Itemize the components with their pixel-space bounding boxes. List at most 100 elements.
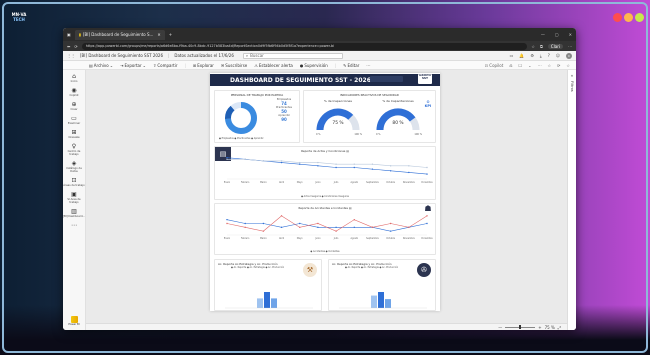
split-view-icon[interactable]: ⧉: [540, 44, 543, 49]
minimize-dot-icon[interactable]: [624, 13, 633, 22]
bookmark-icon[interactable]: ☆: [547, 63, 551, 68]
data-point: [317, 161, 319, 164]
kpi-label: KPI: [424, 104, 432, 108]
fit-to-page-icon[interactable]: ⤢: [558, 325, 561, 330]
data-point: [353, 226, 355, 229]
new-tab-button[interactable]: +: [169, 32, 172, 37]
nav-item-6[interactable]: ◈ Catálogo de Datos: [63, 160, 85, 173]
data-updated-label[interactable]: Datos actualizados el 17/6/26: [174, 53, 234, 58]
nav-label: Áreas de trabajo: [63, 184, 85, 187]
browser-menu-icon[interactable]: ▣: [67, 32, 71, 37]
gauge-inspecciones[interactable]: % de Inspecciones 75 % 0 % 100 %: [310, 99, 366, 139]
url-input[interactable]: https://app.powerbi.com/groups/me/report…: [81, 42, 528, 50]
close-button[interactable]: ✕: [569, 32, 572, 37]
data-point: [280, 226, 283, 229]
data-point: [426, 215, 428, 217]
nav-item-7[interactable]: ⊡ Áreas de trabajo: [63, 177, 84, 187]
header-separator: |: [168, 53, 170, 58]
search-input[interactable]: ⌕ Buscar: [242, 52, 343, 59]
nav-item-8[interactable]: ▣ SI Area de trabajo: [63, 191, 85, 204]
zoom-in-button[interactable]: +: [538, 325, 541, 330]
set-alert-button[interactable]: ⚠ Establecer alerta: [254, 63, 293, 68]
feedback-icon[interactable]: ☺: [556, 53, 560, 59]
brand-line-2: TECH: [13, 17, 25, 22]
report-name[interactable]: [BI] Dashboard de Seguimiento SST 2026: [80, 53, 163, 58]
edit-button[interactable]: ✎ Editar: [343, 63, 359, 68]
company-logo: GRUPO SST: [418, 73, 432, 84]
explore-button[interactable]: ⊞ Explorar: [193, 63, 214, 68]
download-icon[interactable]: ⤓: [540, 53, 542, 59]
apps-grid-icon[interactable]: ⋮⋮: [67, 53, 75, 58]
powerbi-brand[interactable]: Power BI: [68, 316, 80, 326]
zoom-slider[interactable]: [505, 325, 536, 329]
title-info-box: [370, 76, 403, 82]
bar: [271, 298, 277, 308]
nav-item-9[interactable]: ▥ [BI] Dashboard...: [63, 208, 85, 218]
more-icon[interactable]: ⋯: [568, 44, 572, 49]
indicators-title: INDICADORES REACTIVOS DE SEGURIDAD: [340, 93, 399, 97]
window-dots: [613, 13, 644, 22]
undo-icon[interactable]: ⎌: [509, 63, 512, 68]
gauge-capacitaciones[interactable]: % de Capacitaciones 80 % 0 % 100 %: [370, 99, 426, 139]
help-icon[interactable]: ?: [548, 53, 550, 59]
settings-icon[interactable]: ⚙: [530, 53, 534, 59]
search-placeholder: Buscar: [250, 53, 264, 58]
copilot-button[interactable]: ⊡ Copilot: [485, 63, 504, 68]
more-options-icon[interactable]: ⋯: [366, 63, 370, 68]
chart2-svg: Enero Febrero Marzo Abril Mayo Junio Julio Agos…: [224, 215, 433, 240]
gauge-arc: [376, 108, 420, 131]
close-dot-icon[interactable]: [613, 13, 622, 22]
more-icon[interactable]: ⋯: [537, 63, 541, 68]
nav-item-5[interactable]: ♀ Centro de trabajo: [63, 143, 85, 156]
bar: [257, 298, 263, 308]
x-tick-label: Junio: [314, 181, 321, 184]
nav-icon: ◈: [71, 160, 77, 167]
data-point: [353, 218, 355, 221]
zoom-dot-icon[interactable]: [635, 13, 644, 22]
tab-active[interactable]: ▮ [BI] Dashboard de Seguimiento S... ✕: [74, 29, 165, 40]
explore-label: Explorar: [197, 62, 214, 68]
nav-item-10[interactable]: ⋯: [71, 222, 77, 229]
trial-icon[interactable]: ▭: [510, 53, 514, 59]
nav-item-4[interactable]: ⊞ OneLake: [68, 129, 79, 139]
data-point: [244, 158, 246, 160]
personal-donut-chart[interactable]: [221, 98, 261, 138]
minimize-button[interactable]: —: [541, 32, 545, 37]
maximize-button[interactable]: ▢: [555, 32, 559, 37]
filters-pane[interactable]: « Filtros: [567, 70, 576, 330]
series-line-0: [226, 219, 428, 232]
collapse-icon[interactable]: «: [571, 73, 573, 78]
zoom-out-button[interactable]: —: [498, 325, 502, 330]
chart2-legend: ● Accidentes ● Incidentes: [310, 250, 340, 253]
actos-chart-card[interactable]: ▤ Reporte de Actos y Condiciones ▤ Enero…: [214, 146, 436, 200]
monitoring-button[interactable]: ● Supervisión: [300, 63, 328, 68]
share-button[interactable]: ⇪ Compartir: [153, 63, 177, 68]
profile-button[interactable]: Clari: [547, 43, 563, 49]
nav-item-0[interactable]: ⌂ Inicio: [71, 73, 78, 83]
comment-icon[interactable]: ☐: [519, 63, 523, 68]
zoom-thumb[interactable]: [519, 325, 522, 329]
refresh-icon[interactable]: ⟳: [557, 63, 560, 68]
nav-item-2[interactable]: ⊕ Crear: [70, 101, 77, 111]
export-menu[interactable]: ⇥ Exportar ⌄: [120, 63, 146, 68]
favorite-icon[interactable]: ☆: [531, 44, 535, 49]
x-tick-label: Mayo: [297, 181, 304, 184]
reload-icon[interactable]: ⟳: [74, 44, 77, 49]
bar2-card[interactable]: Ac. Reporte Ac.Estrategia y Ac. Producci…: [328, 259, 436, 311]
tab-close-icon[interactable]: ✕: [157, 32, 160, 37]
file-menu[interactable]: ▤ Archivo ⌄: [89, 63, 113, 68]
personal-card[interactable]: PERSONAL DE TRABAJO POR PARTIDA Empleado…: [214, 90, 300, 143]
nav-item-3[interactable]: ▭ Examinar: [68, 115, 80, 125]
account-avatar[interactable]: C: [566, 52, 572, 59]
view-dropdown-icon[interactable]: ⌄: [528, 63, 531, 68]
back-icon[interactable]: ⬅: [67, 44, 70, 49]
data-point: [317, 226, 319, 229]
accidentes-chart-card[interactable]: ☗ Reporte de Accidentes e Incidentes ▤ E…: [214, 203, 436, 255]
data-point: [317, 222, 319, 225]
nav-item-1[interactable]: ◉ Copilot: [69, 87, 78, 97]
subscribe-button[interactable]: ✉ Suscribirse: [221, 63, 247, 68]
notifications-icon[interactable]: 🔔: [519, 53, 524, 59]
bar1-card[interactable]: Ac. Reporte Ac.Estrategia y Ac. Producci…: [214, 259, 322, 311]
data-point: [426, 166, 428, 169]
favorite-icon[interactable]: ☆: [566, 63, 570, 68]
